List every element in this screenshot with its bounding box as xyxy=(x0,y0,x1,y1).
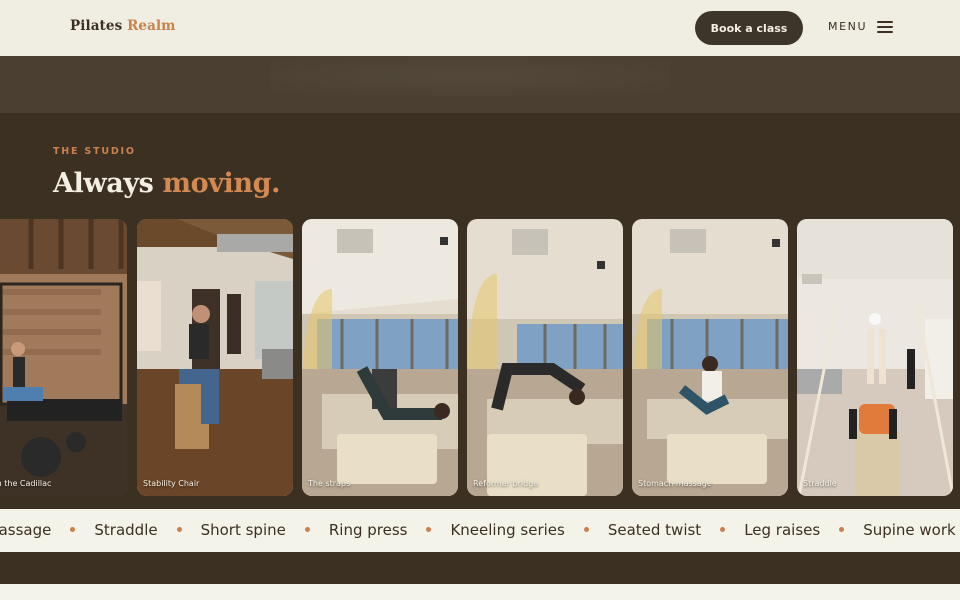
gallery-card-label: Stomach massage xyxy=(638,479,712,488)
marquee-dot xyxy=(426,527,432,532)
marquee-dot xyxy=(583,527,589,532)
exercise-marquee: massage Straddle Short spine Ring press Knee… xyxy=(0,509,960,552)
menu-button[interactable]: MENU xyxy=(828,20,894,33)
logo-text: Pilates xyxy=(70,18,123,34)
title-text: Always xyxy=(53,168,154,199)
section-title: Always moving. xyxy=(53,168,280,199)
photo-chair xyxy=(137,219,293,496)
section-eyebrow: THE STUDIO xyxy=(53,146,136,157)
gallery: oid on the Cadillac Stability Chair xyxy=(0,219,960,496)
gallery-card-label: Stability Chair xyxy=(143,479,200,488)
marquee-track: massage Straddle Short spine Ring press Knee… xyxy=(0,521,956,539)
gallery-card-straddle[interactable]: Straddle xyxy=(797,219,953,496)
marquee-item: Leg raises xyxy=(744,521,821,539)
marquee-item: massage xyxy=(0,521,52,539)
marquee-item: Short spine xyxy=(200,521,286,539)
site-header: Pilates Realm Book a class MENU xyxy=(0,0,960,56)
marquee-dot xyxy=(839,527,845,532)
marquee-item: Ring press xyxy=(328,521,408,539)
photo-stomach xyxy=(632,219,788,496)
gallery-card-cadillac[interactable]: oid on the Cadillac xyxy=(0,219,127,496)
next-section-edge xyxy=(0,584,960,600)
hero-band xyxy=(0,56,960,113)
marquee-item: Straddle xyxy=(94,521,158,539)
marquee-dot xyxy=(70,527,76,532)
marquee-dot xyxy=(304,527,310,532)
photo-straps xyxy=(302,219,458,496)
marquee-item: Seated twist xyxy=(607,521,702,539)
photo-bridge xyxy=(467,219,623,496)
marquee-dot xyxy=(176,527,182,532)
photo-cadillac xyxy=(0,219,127,496)
photo-straddle xyxy=(797,219,953,496)
gallery-card-chair[interactable]: Stability Chair xyxy=(137,219,293,496)
title-accent: moving. xyxy=(162,168,281,199)
gallery-card-label: Straddle xyxy=(803,479,837,488)
gallery-card-straps[interactable]: The straps xyxy=(302,219,458,496)
logo-accent: Realm xyxy=(127,18,176,34)
gallery-card-label: Reformer bridge xyxy=(473,479,539,488)
marquee-item: Kneeling series xyxy=(450,521,565,539)
gallery-card-label: oid on the Cadillac xyxy=(0,479,52,488)
hamburger-icon xyxy=(877,20,894,33)
gallery-card-label: The straps xyxy=(308,479,351,488)
gallery-card-stomach[interactable]: Stomach massage xyxy=(632,219,788,496)
marquee-item: Supine work xyxy=(863,521,956,539)
gallery-card-bridge[interactable]: Reformer bridge xyxy=(467,219,623,496)
book-class-button[interactable]: Book a class xyxy=(695,11,803,45)
menu-label: MENU xyxy=(828,20,868,33)
marquee-dot xyxy=(720,527,726,532)
logo[interactable]: Pilates Realm xyxy=(70,18,176,34)
